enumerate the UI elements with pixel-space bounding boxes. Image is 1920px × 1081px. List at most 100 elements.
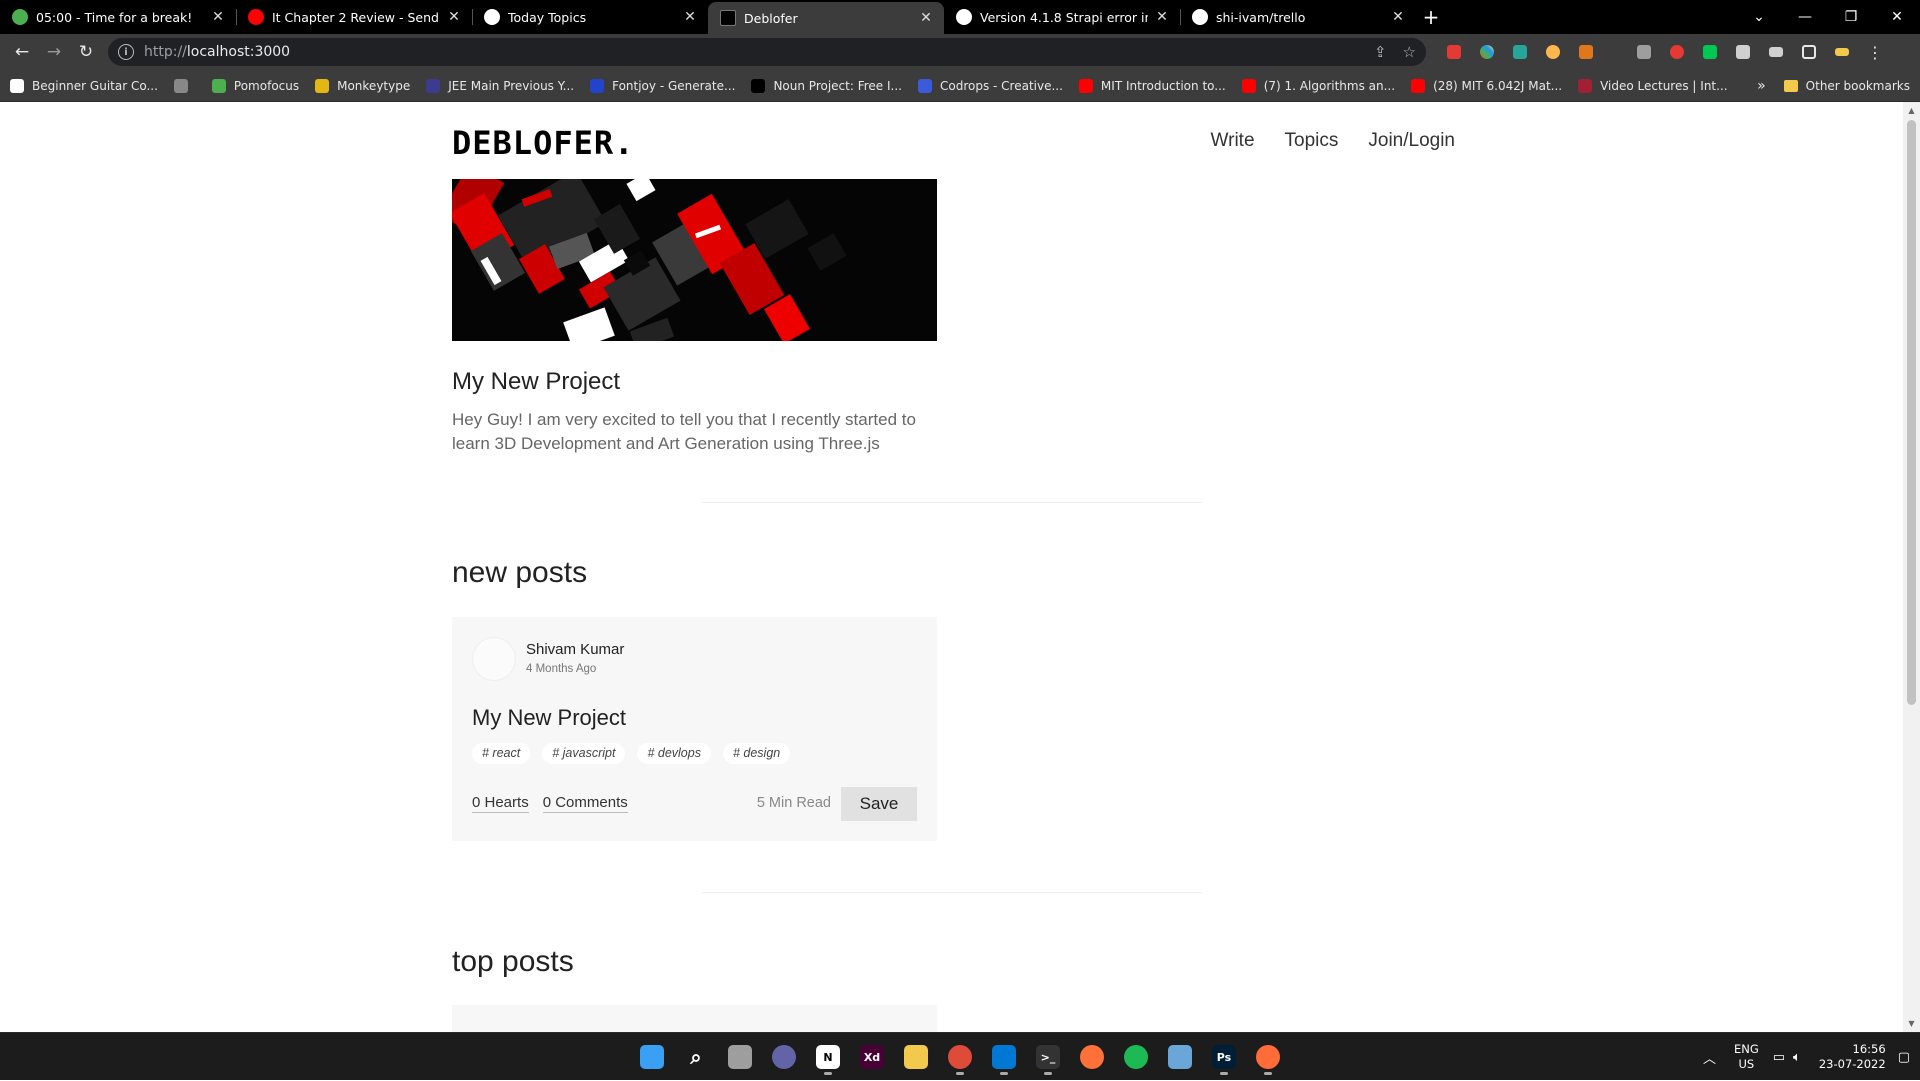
nav-topics[interactable]: Topics [1285, 130, 1339, 152]
browser-tab[interactable]: 05:00 - Time for a break! ✕ [0, 0, 236, 34]
browser-tab[interactable]: Deblofer ✕ [708, 2, 944, 34]
side-panel-icon[interactable] [1795, 38, 1823, 66]
extension-mail-icon[interactable] [1506, 38, 1534, 66]
chrome-icon[interactable] [942, 1039, 978, 1075]
volume-icon[interactable]: 🔈︎ [1793, 1050, 1801, 1065]
clock-time: 16:56 [1852, 1042, 1886, 1056]
tab-search-icon[interactable]: ⌄ [1736, 0, 1782, 34]
bookmark-item[interactable]: Noun Project: Free I... [751, 78, 902, 93]
hearts-link[interactable]: 0 Hearts [472, 794, 529, 813]
browser-tab[interactable]: It Chapter 2 Review - Send In The ✕ [236, 0, 472, 34]
browser-tab[interactable]: Version 4.1.8 Strapi error in build ✕ [944, 0, 1180, 34]
input-language[interactable]: ENG US [1734, 1042, 1759, 1072]
site-info-icon[interactable]: i [118, 44, 134, 60]
reading-list-icon[interactable] [1762, 38, 1790, 66]
site-logo[interactable]: DEBLOFER. [452, 124, 634, 162]
bookmark-item[interactable]: JEE Main Previous Y... [426, 78, 574, 93]
new-tab-button[interactable]: + [1416, 0, 1446, 34]
extension-fox-icon[interactable] [1539, 38, 1567, 66]
windows-start-icon[interactable] [634, 1039, 670, 1075]
reload-icon[interactable]: ↻ [70, 36, 102, 68]
tab-close-icon[interactable]: ✕ [210, 9, 226, 25]
network-icon[interactable]: ▭ [1773, 1050, 1785, 1065]
postman-icon[interactable] [1250, 1039, 1286, 1075]
save-button[interactable]: Save [841, 787, 917, 821]
bookmark-item[interactable]: Fontjoy - Generate... [590, 78, 735, 93]
spotify-icon[interactable] [1118, 1039, 1154, 1075]
bookmarks-overflow-icon[interactable]: » [1757, 78, 1766, 94]
extension-chart-icon[interactable] [1630, 38, 1658, 66]
post-card[interactable]: Shivam Kumar 4 Months Ago My New Project… [452, 617, 937, 841]
close-window-button[interactable]: ✕ [1874, 0, 1920, 34]
search-icon[interactable]: ⌕ [678, 1039, 714, 1075]
avatar[interactable] [472, 637, 516, 681]
nav-join-login[interactable]: Join/Login [1368, 130, 1455, 152]
post-card-partial[interactable] [452, 1005, 937, 1032]
tag-design[interactable]: # design [722, 743, 791, 764]
tray-overflow-icon[interactable]: ︿ [1703, 1048, 1716, 1067]
bookmark-item[interactable]: Pomofocus [211, 78, 299, 93]
tab-close-icon[interactable]: ✕ [1154, 9, 1170, 25]
address-bar[interactable]: i http:// localhost:3000 ⇪ ☆ [108, 38, 1426, 66]
bookmark-item[interactable]: Video Lectures | Int... [1578, 78, 1728, 93]
extension-red-icon[interactable] [1440, 38, 1468, 66]
url-host: localhost:3000 [186, 44, 291, 60]
tag-react[interactable]: # react [472, 743, 531, 764]
back-icon[interactable]: ← [6, 36, 38, 68]
post-title[interactable]: My New Project [472, 705, 626, 731]
bookmark-favicon-icon [426, 78, 441, 93]
photoshop-icon[interactable]: Ps [1206, 1039, 1242, 1075]
forward-icon[interactable]: → [38, 36, 70, 68]
tab-close-icon[interactable]: ✕ [918, 10, 934, 26]
photos-icon[interactable] [1162, 1039, 1198, 1075]
terminal-icon[interactable]: >_ [1030, 1039, 1066, 1075]
metamask-icon[interactable] [1572, 38, 1600, 66]
browser-tab[interactable]: Today Topics ✕ [472, 0, 708, 34]
minimize-button[interactable]: — [1782, 0, 1828, 34]
bookmark-item[interactable]: MIT Introduction to... [1078, 78, 1226, 93]
bookmark-item[interactable] [173, 78, 196, 93]
bookmark-item[interactable]: (7) 1. Algorithms an... [1241, 78, 1395, 93]
extension-colorpicker-icon[interactable] [1473, 38, 1501, 66]
tab-close-icon[interactable]: ✕ [1390, 9, 1406, 25]
notion-app-icon[interactable]: N [810, 1039, 846, 1075]
scroll-up-icon[interactable]: ▲ [1903, 102, 1920, 119]
extensions-puzzle-icon[interactable] [1729, 38, 1757, 66]
bookmark-item[interactable]: Codrops - Creative... [917, 78, 1063, 93]
teams-chat-icon[interactable] [766, 1039, 802, 1075]
scroll-down-icon[interactable]: ▼ [1903, 1015, 1920, 1032]
file-explorer-icon[interactable] [898, 1039, 934, 1075]
tab-close-icon[interactable]: ✕ [446, 9, 462, 25]
other-bookmarks[interactable]: Other bookmarks [1806, 79, 1910, 93]
scrollbar-thumb[interactable] [1907, 120, 1916, 705]
tag-javascript[interactable]: # javascript [542, 743, 626, 764]
restore-button[interactable]: ❐ [1828, 0, 1874, 34]
bookmark-item[interactable]: Monkeytype [315, 78, 410, 93]
bookmark-star-icon[interactable]: ☆ [1403, 43, 1416, 61]
bookmark-label: Video Lectures | Int... [1600, 78, 1728, 93]
task-view-icon[interactable] [722, 1039, 758, 1075]
featured-post-title[interactable]: My New Project [452, 368, 620, 396]
share-icon[interactable]: ⇪ [1374, 43, 1387, 61]
bookmark-item[interactable]: Beginner Guitar Co... [10, 78, 158, 93]
extension-flag-icon[interactable] [1696, 38, 1724, 66]
featured-cover-image[interactable] [452, 179, 937, 341]
tab-close-icon[interactable]: ✕ [682, 9, 698, 25]
tag-devlops[interactable]: # devlops [637, 743, 711, 764]
clock[interactable]: 16:56 23-07-2022 [1819, 1042, 1886, 1072]
notifications-icon[interactable]: ▢ [1898, 1050, 1910, 1065]
comments-link[interactable]: 0 Comments [542, 794, 628, 813]
youtube-icon [248, 9, 264, 25]
bookmark-favicon-icon [10, 78, 24, 93]
extension-play-icon[interactable] [1663, 38, 1691, 66]
menu-kebab-icon[interactable]: ⋮ [1861, 38, 1889, 66]
firefox-icon[interactable] [1074, 1039, 1110, 1075]
profile-icon[interactable] [1828, 38, 1856, 66]
page-scrollbar[interactable]: ▲ ▼ [1903, 102, 1920, 1032]
bookmark-item[interactable]: (28) MIT 6.042J Mat... [1411, 78, 1562, 93]
vscode-icon[interactable] [986, 1039, 1022, 1075]
adobe-xd-icon[interactable]: Xd [854, 1039, 890, 1075]
nav-write[interactable]: Write [1211, 130, 1255, 152]
post-author[interactable]: Shivam Kumar [526, 641, 624, 658]
browser-tab[interactable]: shi-ivam/trello ✕ [1180, 0, 1416, 34]
